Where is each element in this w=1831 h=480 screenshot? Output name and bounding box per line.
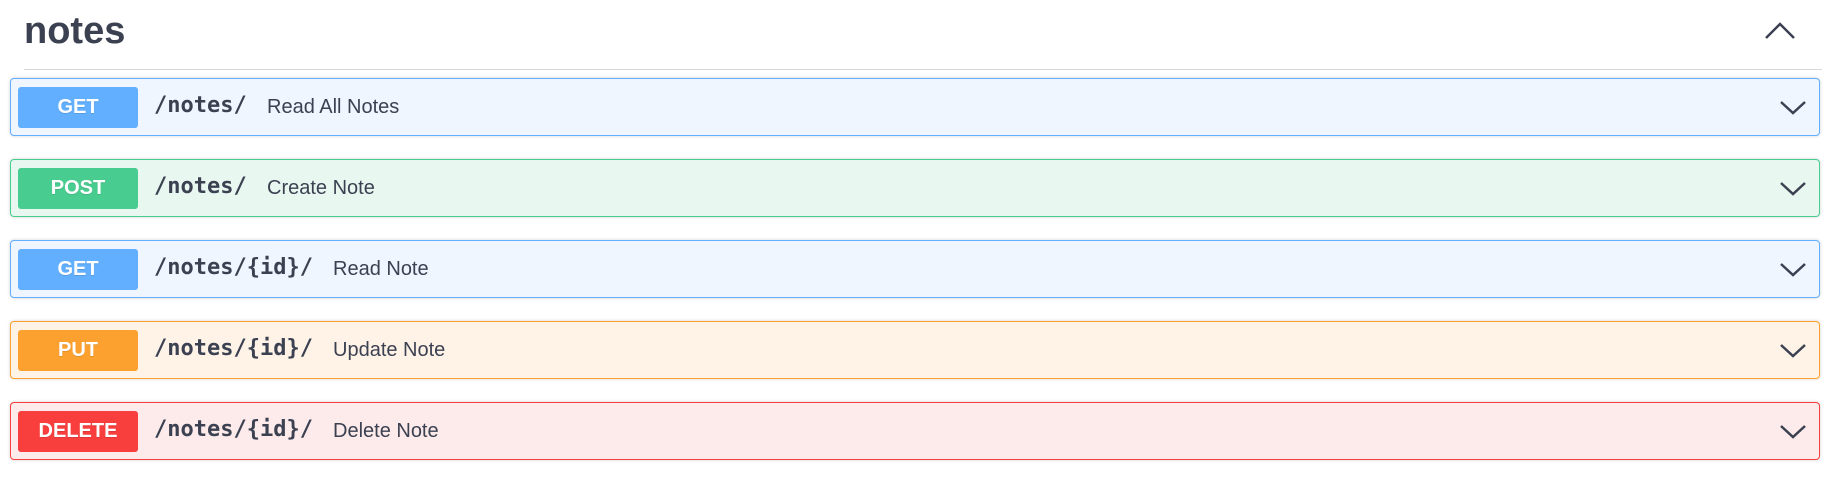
- chevron-down-icon[interactable]: [1777, 417, 1809, 445]
- chevron-down-icon[interactable]: [1777, 93, 1809, 121]
- method-badge: DELETE: [18, 411, 138, 452]
- operation-put-note[interactable]: PUT /notes/{id}/ Update Note: [10, 321, 1820, 379]
- operation-path: /notes/{id}/: [154, 417, 313, 442]
- chevron-down-icon[interactable]: [1777, 174, 1809, 202]
- operation-summary: Read Note: [333, 258, 429, 280]
- operation-summary: Update Note: [333, 339, 446, 361]
- chevron-up-icon[interactable]: [1758, 12, 1802, 52]
- method-badge: GET: [18, 87, 138, 128]
- method-badge: GET: [18, 249, 138, 290]
- operation-get-note[interactable]: GET /notes/{id}/ Read Note: [10, 240, 1820, 298]
- chevron-down-icon[interactable]: [1777, 255, 1809, 283]
- method-badge: POST: [18, 168, 138, 209]
- operation-summary: Create Note: [267, 177, 375, 199]
- operation-delete-note[interactable]: DELETE /notes/{id}/ Delete Note: [10, 402, 1820, 460]
- operation-path: /notes/: [154, 174, 247, 199]
- operation-post-notes[interactable]: POST /notes/ Create Note: [10, 159, 1820, 217]
- operation-summary: Delete Note: [333, 420, 439, 442]
- api-section: notes GET /notes/ Read All Notes POST /n…: [0, 0, 1831, 480]
- chevron-down-icon[interactable]: [1777, 336, 1809, 364]
- operation-path: /notes/{id}/: [154, 255, 313, 280]
- operation-path: /notes/: [154, 93, 247, 118]
- operation-summary: Read All Notes: [267, 96, 400, 118]
- tag-title: notes: [24, 10, 126, 52]
- method-badge: PUT: [18, 330, 138, 371]
- operation-get-notes[interactable]: GET /notes/ Read All Notes: [10, 78, 1820, 136]
- operation-path: /notes/{id}/: [154, 336, 313, 361]
- tag-header[interactable]: notes: [24, 0, 1822, 70]
